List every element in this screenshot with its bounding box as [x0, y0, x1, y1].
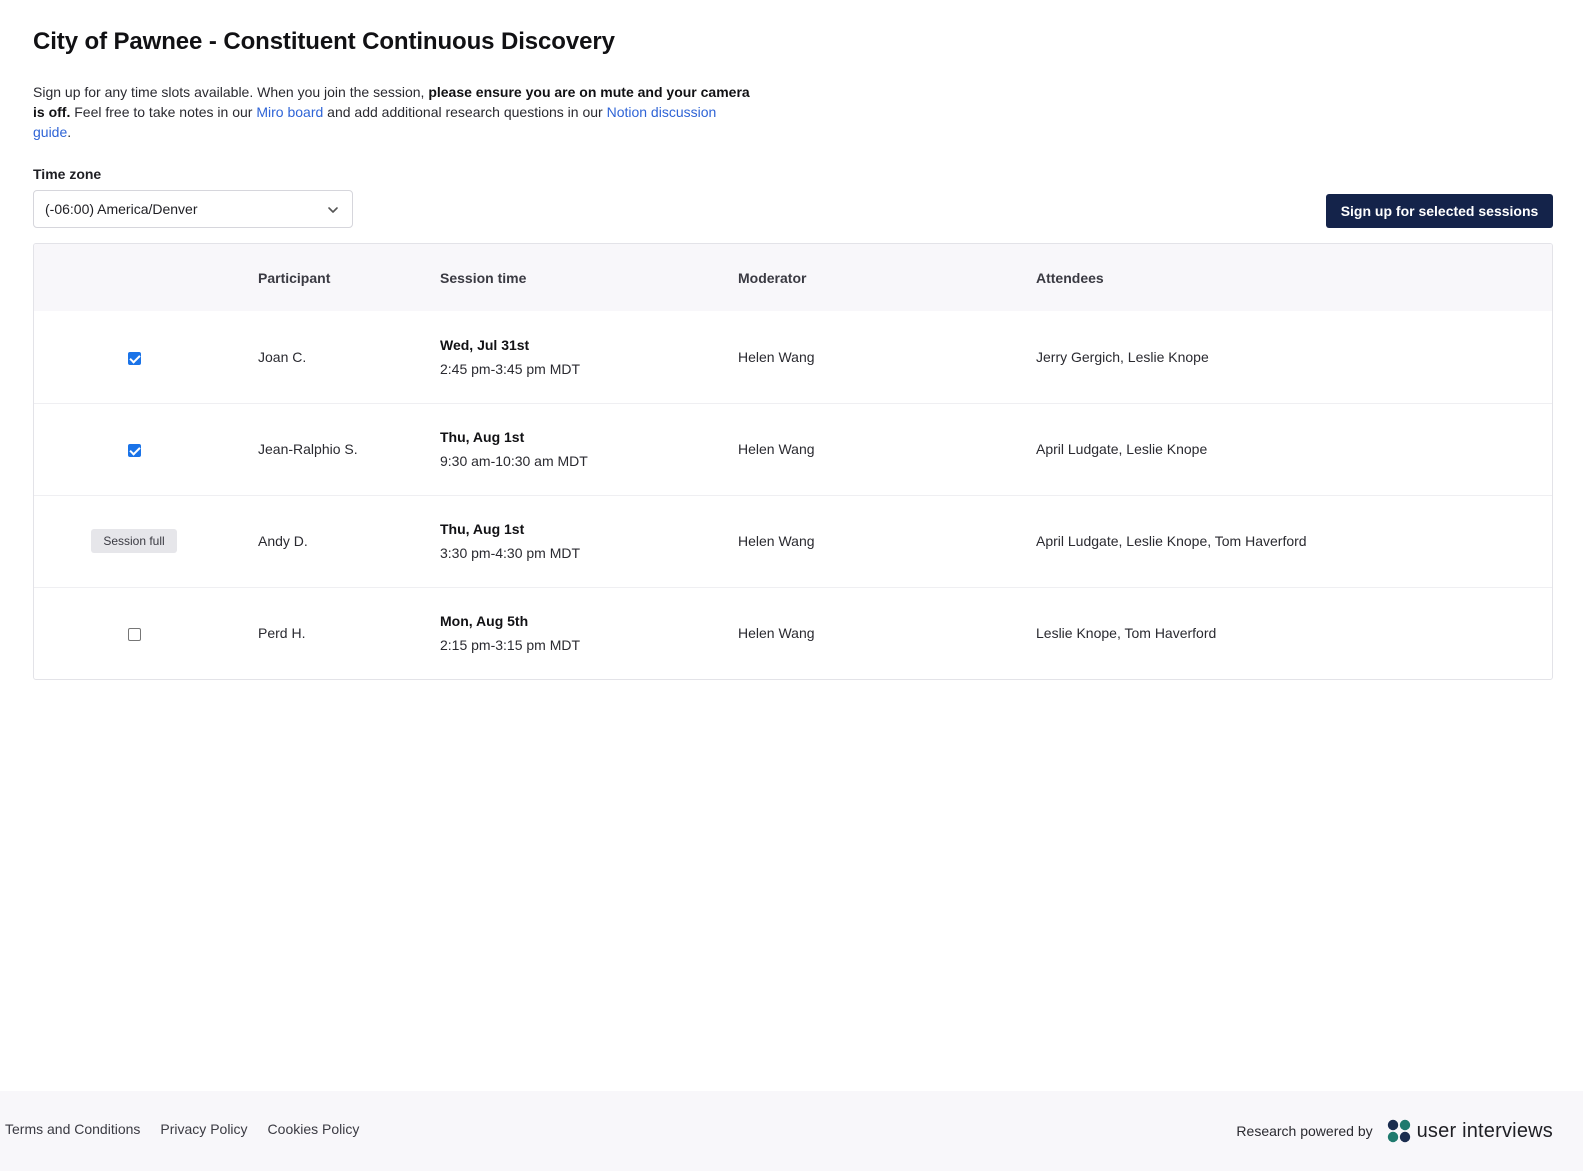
chevron-down-icon	[328, 207, 338, 213]
select-cell: Session full	[34, 495, 258, 587]
session-checkbox[interactable]	[127, 351, 141, 365]
timezone-selected-value: (-06:00) America/Denver	[45, 201, 198, 217]
intro-part-2: Feel free to take notes in our	[70, 104, 257, 120]
session-time-cell: Mon, Aug 5th 2:15 pm-3:15 pm MDT	[440, 587, 738, 679]
participant-cell: Joan C.	[258, 348, 307, 365]
participant-cell: Perd H.	[258, 625, 306, 642]
session-date: Mon, Aug 5th	[440, 613, 529, 630]
column-header-select	[34, 244, 258, 311]
intro-text: Sign up for any time slots available. Wh…	[33, 82, 753, 142]
column-header-attendees: Attendees	[1036, 269, 1104, 286]
miro-board-link[interactable]: Miro board	[256, 104, 323, 120]
user-interviews-brand[interactable]: user interviews	[1387, 1119, 1553, 1143]
table-row: Joan C. Wed, Jul 31st 2:45 pm-3:45 pm MD…	[34, 311, 1552, 403]
moderator-cell: Helen Wang	[738, 533, 815, 549]
session-full-badge: Session full	[91, 529, 177, 553]
session-date: Wed, Jul 31st	[440, 336, 530, 353]
table-row: Perd H. Mon, Aug 5th 2:15 pm-3:15 pm MDT…	[34, 587, 1552, 679]
attendees-cell: Leslie Knope, Tom Haverford	[1036, 625, 1217, 642]
session-time: 9:30 am-10:30 am MDT	[440, 453, 588, 469]
timezone-row: (-06:00) America/Denver Sign up for sele…	[33, 190, 1553, 228]
column-header-participant: Participant	[258, 269, 331, 286]
session-time-cell: Thu, Aug 1st 9:30 am-10:30 am MDT	[440, 403, 738, 495]
sign-up-selected-button[interactable]: Sign up for selected sessions	[1326, 194, 1553, 228]
powered-by: Research powered by user interviews	[1236, 1119, 1553, 1143]
user-interviews-logo-icon	[1387, 1119, 1410, 1143]
select-cell	[34, 587, 258, 679]
session-time: 3:30 pm-4:30 pm MDT	[440, 545, 581, 561]
privacy-link[interactable]: Privacy Policy	[160, 1121, 247, 1137]
intro-part-3: and add additional research questions in…	[323, 104, 607, 120]
main-content: City of Pawnee - Constituent Continuous …	[33, 28, 1553, 680]
session-time: 2:15 pm-3:15 pm MDT	[440, 637, 581, 654]
sessions-table: Participant Session time Moderator Atten…	[33, 243, 1553, 680]
select-cell	[34, 311, 258, 403]
moderator-cell: Helen Wang	[738, 441, 815, 457]
session-time-cell: Wed, Jul 31st 2:45 pm-3:45 pm MDT	[440, 311, 738, 403]
intro-part-1: Sign up for any time slots available. Wh…	[33, 84, 429, 100]
attendees-cell: Jerry Gergich, Leslie Knope	[1036, 348, 1209, 365]
moderator-cell: Helen Wang	[738, 348, 815, 365]
footer-links: Terms and Conditions Privacy Policy Cook…	[5, 1121, 359, 1137]
select-cell	[34, 403, 258, 495]
attendees-cell: April Ludgate, Leslie Knope, Tom Haverfo…	[1036, 533, 1307, 549]
session-checkbox[interactable]	[127, 443, 141, 457]
table-row: Session full Andy D. Thu, Aug 1st 3:30 p…	[34, 495, 1552, 587]
session-checkbox[interactable]	[127, 628, 141, 642]
moderator-cell: Helen Wang	[738, 625, 815, 642]
session-time: 2:45 pm-3:45 pm MDT	[440, 360, 581, 377]
column-header-session-time: Session time	[440, 269, 527, 286]
page: City of Pawnee - Constituent Continuous …	[0, 0, 1583, 1171]
session-date: Thu, Aug 1st	[440, 521, 525, 537]
timezone-select[interactable]: (-06:00) America/Denver	[33, 190, 353, 228]
powered-by-text: Research powered by	[1236, 1123, 1373, 1139]
session-date: Thu, Aug 1st	[440, 429, 525, 445]
participant-cell: Andy D.	[258, 533, 308, 549]
table-row: Jean-Ralphio S. Thu, Aug 1st 9:30 am-10:…	[34, 403, 1552, 495]
brand-name: user interviews	[1416, 1119, 1553, 1142]
session-time-cell: Thu, Aug 1st 3:30 pm-4:30 pm MDT	[440, 495, 738, 587]
page-title: City of Pawnee - Constituent Continuous …	[33, 28, 615, 55]
intro-part-4: .	[67, 124, 72, 140]
attendees-cell: April Ludgate, Leslie Knope	[1036, 441, 1208, 457]
terms-link[interactable]: Terms and Conditions	[5, 1121, 140, 1137]
timezone-label: Time zone	[33, 166, 102, 182]
participant-cell: Jean-Ralphio S.	[258, 441, 358, 457]
cookies-link[interactable]: Cookies Policy	[268, 1121, 360, 1137]
footer: Terms and Conditions Privacy Policy Cook…	[0, 1091, 1583, 1171]
table-header-row: Participant Session time Moderator Atten…	[34, 244, 1552, 311]
column-header-moderator: Moderator	[738, 269, 807, 286]
